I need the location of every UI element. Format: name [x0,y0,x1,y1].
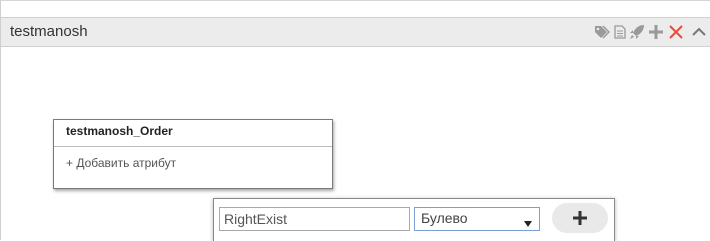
dropdown-arrow-icon [524,214,532,232]
panel-title: testmanosh [10,23,88,40]
add-attribute-link[interactable]: + Добавить атрибут [66,156,176,170]
plus-icon[interactable] [646,23,665,41]
header-toolbar [592,18,710,46]
attribute-type-select[interactable]: Булево [414,207,540,231]
panel-header: testmanosh [1,17,710,47]
entity-title: testmanosh_Order [66,124,173,138]
add-attribute-button[interactable] [552,203,608,233]
plus-icon [573,211,587,225]
collapse-chevron-icon[interactable] [687,23,710,41]
attribute-type-value: Булево [421,210,468,226]
attribute-form: Булево [213,198,615,241]
entity-card[interactable]: testmanosh_Order + Добавить атрибут [53,119,333,189]
attribute-name-input[interactable] [219,207,410,231]
entity-divider [54,146,332,147]
rocket-icon[interactable] [627,23,646,41]
close-icon[interactable] [665,23,687,41]
diagram-panel: testmanosh testmanosh_Order + Добавить а… [0,0,710,241]
document-icon[interactable] [612,23,627,41]
tags-icon[interactable] [592,23,612,41]
